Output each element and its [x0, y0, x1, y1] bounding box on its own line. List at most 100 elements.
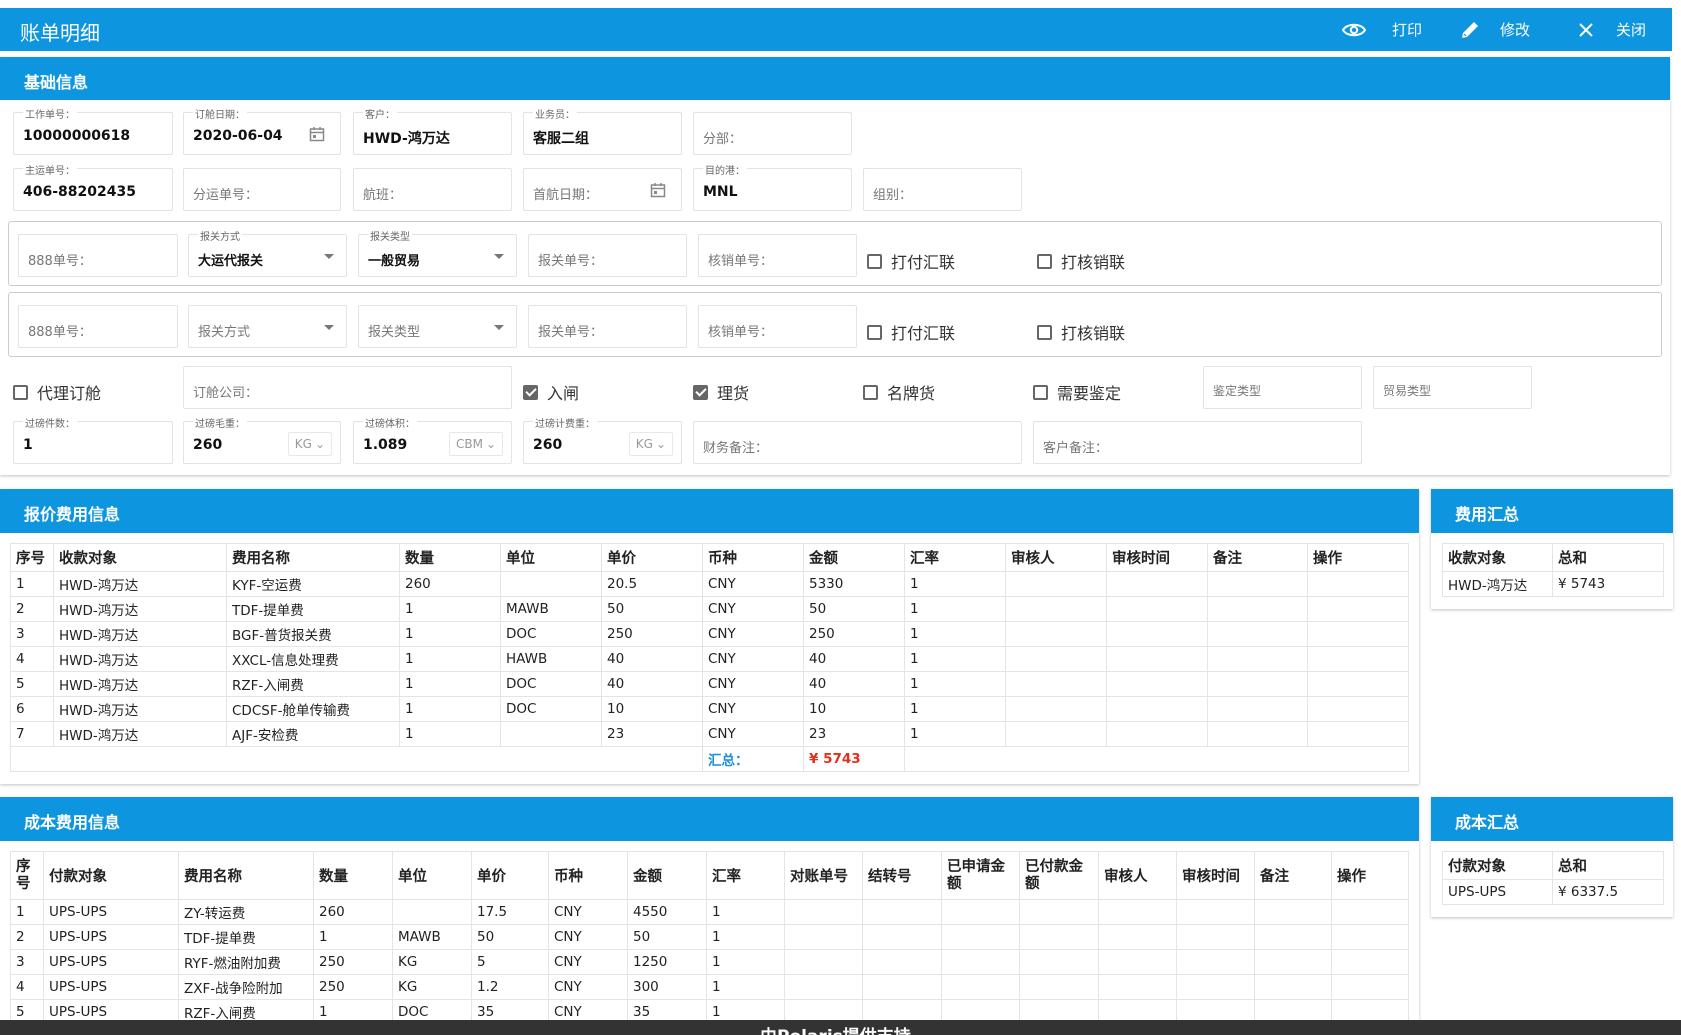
trade-type-field[interactable]: 贸易类型	[1373, 366, 1532, 409]
verification-no-field[interactable]: 核销单号：	[698, 234, 857, 277]
table-cell: RZF-入闸费	[226, 671, 400, 697]
table-cell: 1.2	[471, 974, 549, 1000]
table-cell	[784, 899, 863, 925]
table-cell	[1106, 596, 1208, 622]
table-row[interactable]: 5 UPS-UPS RZF-入闸费 1 DOC 35 CNY 35 1	[10, 999, 1409, 1020]
finance-note-placeholder: 财务备注：	[703, 441, 769, 456]
weight-unit-select[interactable]: KG ⌄	[287, 432, 332, 456]
table-row[interactable]: UPS-UPS ¥ 6337.5	[1442, 879, 1664, 905]
customs-method-select[interactable]: 报关方式	[188, 305, 347, 348]
flight-field[interactable]: 航班：	[353, 168, 512, 211]
table-row[interactable]: 5 HWD-鸿万达 RZF-入闸费 1 DOC 40 CNY 40 1	[10, 671, 1409, 697]
table-cell: 1	[10, 899, 44, 925]
footer-text: 由Polaris提供支持	[760, 1022, 911, 1035]
salesman-field[interactable]: 业务员： 客服二组	[523, 106, 682, 155]
print-payment-checkbox[interactable]: 打付汇联	[867, 249, 955, 273]
charge-weight-field[interactable]: 过磅计费重： 260 KG ⌄	[523, 415, 682, 464]
work-no-field[interactable]: 工作单号： 10000000618	[13, 106, 173, 155]
declaration-no-field[interactable]: 报关单号：	[528, 305, 687, 348]
charge-weight-unit-select[interactable]: KG ⌄	[628, 432, 673, 456]
destination-field[interactable]: 目的港： MNL	[693, 162, 852, 211]
table-cell	[1254, 974, 1332, 1000]
column-header: 审核时间	[1106, 543, 1208, 572]
booking-date-field[interactable]: 订舱日期： 2020-06-04	[183, 106, 341, 155]
agent-booking-label: 代理订舱	[37, 384, 102, 403]
salesman-value: 客服二组	[533, 131, 589, 147]
table-row[interactable]: 1 HWD-鸿万达 KYF-空运费 260 20.5 CNY 5330 1	[10, 571, 1409, 597]
quote-table: 序号 收款对象 费用名称 数量 单位 单价 币种 金额 汇率 审核人 审核时间 备注 操作 1 HWD-鸿…	[10, 543, 1409, 772]
customs-type-select[interactable]: 报关类型 一般贸易	[358, 228, 517, 277]
table-cell	[784, 924, 863, 950]
inspection-type-field[interactable]: 鉴定类型	[1203, 366, 1362, 409]
need-inspection-checkbox[interactable]: 需要鉴定	[1033, 380, 1121, 404]
print-verification-checkbox[interactable]: 打核销联	[1037, 320, 1125, 344]
pieces-field[interactable]: 过磅件数： 1	[13, 415, 173, 464]
customer-field[interactable]: 客户： HWD-鸿万达	[353, 106, 512, 155]
table-cell: 23	[803, 721, 905, 747]
booking-company-field[interactable]: 订舱公司：	[183, 366, 512, 409]
print-button[interactable]: 打印	[1342, 19, 1422, 40]
cost-heading: 成本费用信息	[0, 797, 1419, 841]
table-cell: 6	[10, 696, 54, 722]
table-row[interactable]: 1 UPS-UPS ZY-转运费 260 17.5 CNY 4550 1	[10, 899, 1409, 925]
table-row[interactable]: 7 HWD-鸿万达 AJF-安检费 1 23 CNY 23 1	[10, 721, 1409, 747]
table-cell	[1307, 646, 1409, 672]
verification-no-field[interactable]: 核销单号：	[698, 305, 857, 348]
print-verification-checkbox[interactable]: 打核销联	[1037, 249, 1125, 273]
group-field[interactable]: 组别：	[863, 168, 1022, 211]
gate-in-label: 入闸	[547, 384, 580, 403]
master-no-value: 406-88202435	[23, 184, 136, 200]
table-row[interactable]: 2 HWD-鸿万达 TDF-提单费 1 MAWB 50 CNY 50 1	[10, 596, 1409, 622]
table-cell: ZXF-战争险附加	[178, 974, 314, 1000]
column-header: 对账单号	[784, 851, 863, 900]
calendar-icon[interactable]	[650, 182, 666, 198]
table-row[interactable]: 3 HWD-鸿万达 BGF-普货报关费 1 DOC 250 CNY 250 1	[10, 621, 1409, 647]
customs-type-select[interactable]: 报关类型	[358, 305, 517, 348]
column-header: 币种	[702, 543, 804, 572]
table-row[interactable]: 4 HWD-鸿万达 XXCL-信息处理费 1 HAWB 40 CNY 40 1	[10, 646, 1409, 672]
close-button[interactable]: 关闭	[1578, 19, 1646, 40]
close-label: 关闭	[1616, 21, 1647, 39]
no888-field[interactable]: 888单号：	[18, 234, 178, 277]
table-cell	[1019, 924, 1099, 950]
sorting-checkbox[interactable]: 理货	[693, 380, 749, 404]
table-row[interactable]: 3 UPS-UPS RYF-燃油附加费 250 KG 5 CNY 1250 1	[10, 949, 1409, 975]
agent-booking-checkbox[interactable]: 代理订舱	[13, 380, 101, 404]
volume-field[interactable]: 过磅体积： 1.089 CBM ⌄	[353, 415, 512, 464]
brand-goods-checkbox[interactable]: 名牌货	[863, 380, 935, 404]
print-payment-checkbox[interactable]: 打付汇联	[867, 320, 955, 344]
table-row[interactable]: 6 HWD-鸿万达 CDCSF-舱单传输费 1 DOC 10 CNY 10 1	[10, 696, 1409, 722]
gross-weight-field[interactable]: 过磅毛重： 260 KG ⌄	[183, 415, 341, 464]
volume-unit-select[interactable]: CBM ⌄	[448, 432, 503, 456]
table-cell: UPS-UPS	[43, 899, 179, 925]
customer-label: 客户：	[363, 106, 397, 121]
table-cell: 250	[313, 949, 393, 975]
table-cell: 50	[471, 924, 549, 950]
gate-in-checkbox[interactable]: 入闸	[523, 380, 579, 404]
customer-note-field[interactable]: 客户备注：	[1033, 421, 1362, 464]
column-header: 单价	[601, 543, 703, 572]
no888-field[interactable]: 888单号：	[18, 305, 178, 348]
cost-summary-table: 付款对象 总和 UPS-UPS ¥ 6337.5	[1442, 851, 1664, 905]
checkbox-unchecked-icon	[1033, 384, 1048, 400]
cost-table-scroll[interactable]: 序号 付款对象 费用名称 数量 单位 单价 币种 金额 汇率 对账单号 结转号 已申请金额 已付款金额审…	[0, 851, 1419, 1020]
checkbox-unchecked-icon	[1037, 253, 1052, 269]
finance-note-field[interactable]: 财务备注：	[693, 421, 1022, 464]
table-row[interactable]: 2 UPS-UPS TDF-提单费 1 MAWB 50 CNY 50 1	[10, 924, 1409, 950]
first-flight-date-field[interactable]: 首航日期：	[523, 168, 682, 211]
table-cell	[500, 721, 602, 747]
table-row[interactable]: 4 UPS-UPS ZXF-战争险附加 250 KG 1.2 CNY 300 1	[10, 974, 1409, 1000]
edit-button[interactable]: 修改	[1460, 19, 1530, 40]
declaration-no-field[interactable]: 报关单号：	[528, 234, 687, 277]
master-no-field[interactable]: 主运单号： 406-88202435	[13, 162, 173, 211]
calendar-icon[interactable]	[309, 126, 325, 142]
column-header: 汇率	[706, 851, 785, 900]
table-cell: 1	[706, 924, 785, 950]
branch-field[interactable]: 分部：	[693, 112, 852, 155]
customs-method-select[interactable]: 报关方式 大运代报关	[188, 228, 347, 277]
table-row[interactable]: HWD-鸿万达 ¥ 5743	[1442, 571, 1664, 597]
table-cell: HAWB	[500, 646, 602, 672]
branch-placeholder: 分部：	[703, 132, 743, 147]
sub-no-field[interactable]: 分运单号：	[183, 168, 341, 211]
table-cell	[1207, 671, 1308, 697]
